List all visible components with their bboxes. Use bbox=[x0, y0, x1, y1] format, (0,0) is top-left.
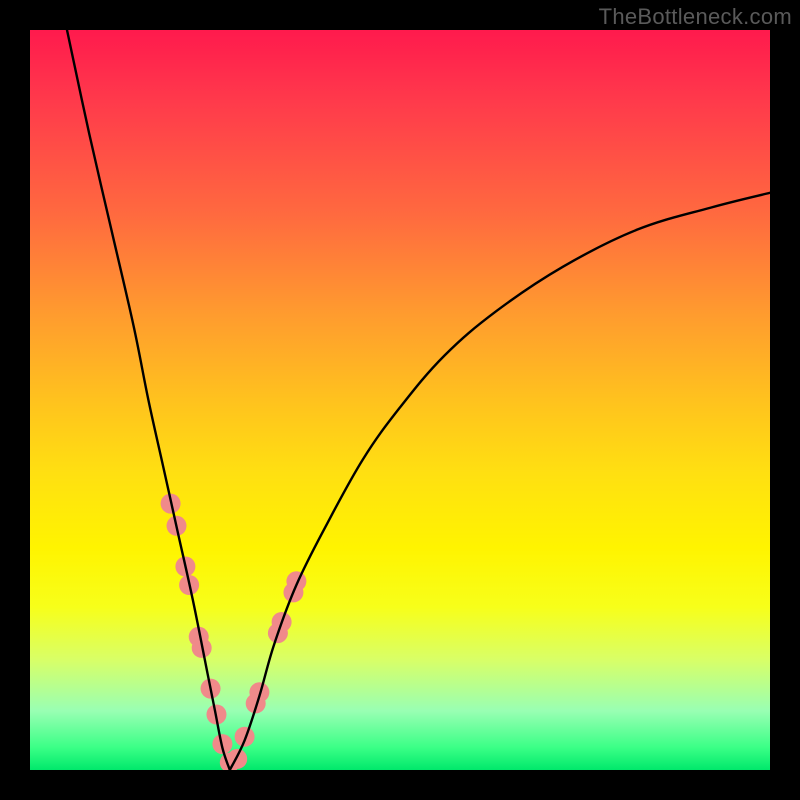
curve-right-branch bbox=[230, 193, 770, 770]
scatter-dot bbox=[235, 727, 255, 747]
scatter-dot bbox=[286, 571, 306, 591]
watermark-text: TheBottleneck.com bbox=[599, 4, 792, 30]
curve-layer bbox=[30, 30, 770, 770]
scatter-dots bbox=[161, 494, 307, 770]
chart-frame: TheBottleneck.com bbox=[0, 0, 800, 800]
scatter-dot bbox=[227, 749, 247, 769]
curve-left-branch bbox=[67, 30, 230, 770]
plot-area bbox=[30, 30, 770, 770]
